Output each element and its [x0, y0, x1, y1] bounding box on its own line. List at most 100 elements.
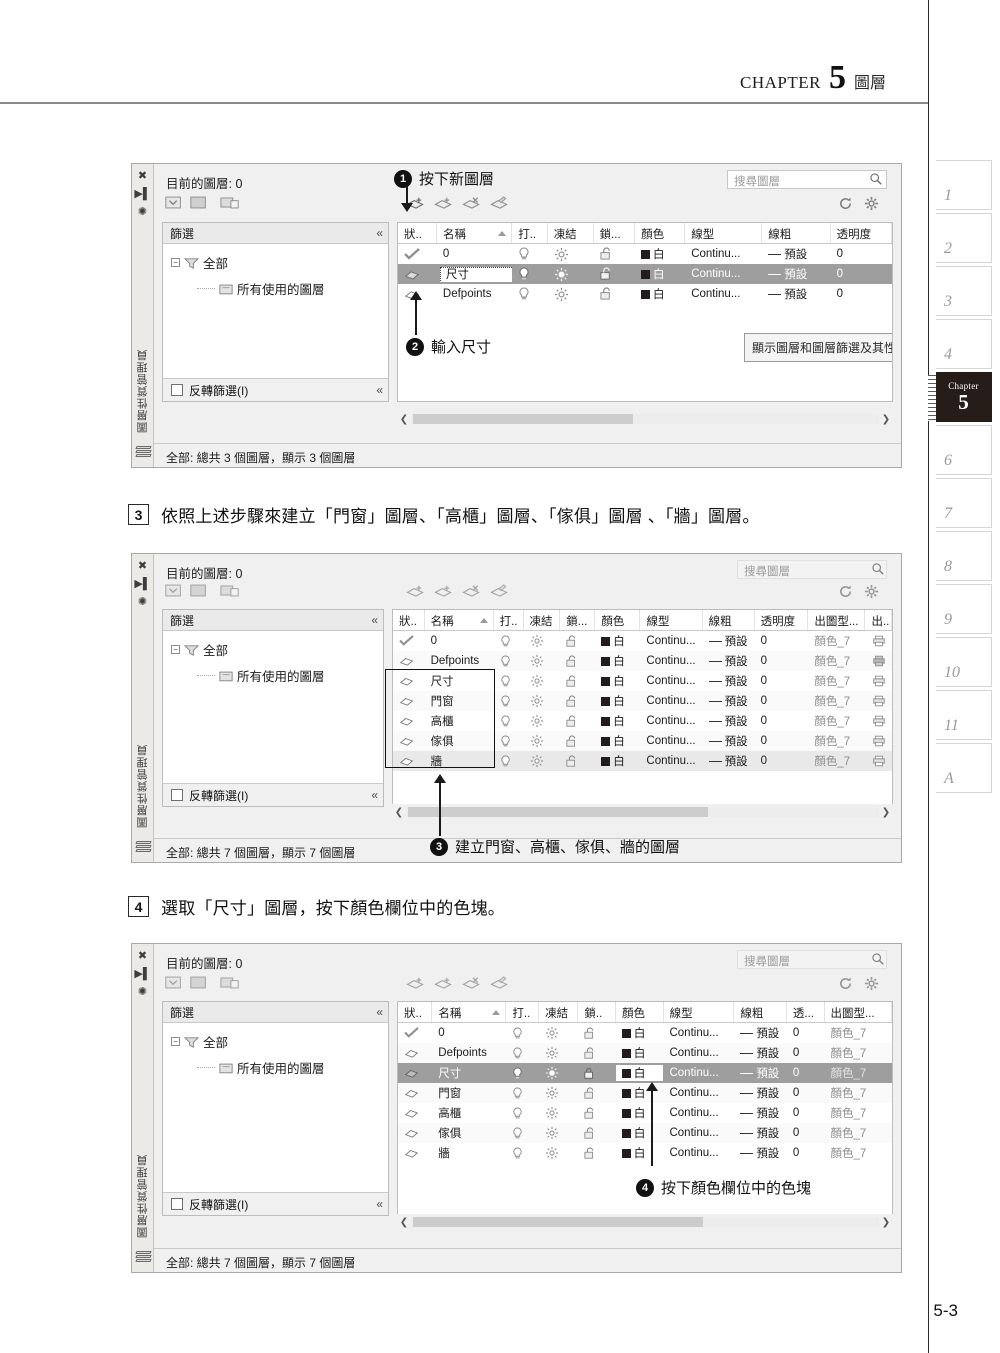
row-lineweight-cell[interactable]: 預設: [703, 753, 755, 769]
row-linetype[interactable]: Continu...: [685, 248, 762, 260]
col-name[interactable]: 名稱: [425, 610, 494, 630]
col-color[interactable]: 顏色: [595, 610, 641, 630]
col-linetype[interactable]: 線型: [640, 610, 703, 630]
col-status[interactable]: 狀..: [393, 610, 425, 630]
row-linetype[interactable]: Continu...: [640, 635, 702, 647]
row-color-cell[interactable]: 白: [595, 633, 640, 649]
row-lock-cell[interactable]: [594, 267, 636, 281]
col-lineweight[interactable]: 線粗: [734, 1002, 787, 1022]
color-swatch[interactable]: [641, 289, 651, 299]
sun-icon[interactable]: [545, 1026, 559, 1040]
row-freeze-cell[interactable]: [524, 754, 561, 768]
scroll-right-arrow-icon[interactable]: ❯: [879, 414, 893, 425]
row-lock-cell[interactable]: [560, 754, 595, 768]
row-transparency[interactable]: 0: [755, 655, 809, 667]
row-name[interactable]: 0: [437, 248, 512, 260]
search-icon[interactable]: [869, 172, 883, 186]
scrollbar-thumb-2[interactable]: [408, 807, 708, 817]
tree-item-all-used-2[interactable]: 所有使用的圖層: [171, 666, 383, 685]
row-name[interactable]: 高櫃: [432, 1105, 506, 1121]
sun-icon[interactable]: [530, 654, 544, 668]
row-on-cell[interactable]: [512, 287, 547, 301]
lightbulb-icon[interactable]: [518, 287, 530, 301]
color-swatch[interactable]: [601, 656, 611, 666]
row-transparency[interactable]: 0: [755, 715, 809, 727]
sidetab-a[interactable]: A: [936, 743, 992, 793]
row-plotstyle[interactable]: 顏色_7: [808, 653, 865, 669]
row-lineweight-cell[interactable]: 預設: [703, 713, 755, 729]
row-freeze-cell[interactable]: [539, 1046, 578, 1060]
row-on-cell[interactable]: [494, 735, 524, 748]
row-freeze-cell[interactable]: [524, 714, 561, 728]
col-on[interactable]: 打..: [512, 223, 548, 243]
lightbulb-icon[interactable]: [512, 1027, 523, 1040]
collapse-chevron-icon[interactable]: «: [376, 383, 383, 397]
col-linetype[interactable]: 線型: [664, 1002, 735, 1022]
row-plotstyle[interactable]: 顏色_7: [808, 693, 865, 709]
row-linetype[interactable]: Continu...: [640, 735, 702, 747]
col-transparency[interactable]: 透明度: [755, 610, 809, 630]
new-layer-vp-frozen-icon[interactable]: [432, 194, 456, 211]
set-current-layer-icon[interactable]: [488, 582, 512, 599]
row-on-cell[interactable]: [494, 715, 524, 728]
row-freeze-cell[interactable]: [539, 1066, 578, 1080]
row-name[interactable]: 0: [425, 635, 494, 647]
row-name[interactable]: Defpoints: [437, 288, 512, 300]
printer-icon[interactable]: [872, 715, 886, 727]
col-linetype[interactable]: 線型: [685, 223, 763, 243]
sun-icon[interactable]: [530, 694, 544, 708]
color-swatch[interactable]: [621, 1108, 631, 1118]
col-color[interactable]: 顏色: [635, 223, 686, 243]
unlock-icon[interactable]: [599, 247, 613, 261]
row-on-cell[interactable]: [494, 695, 524, 708]
table-row[interactable]: Defpoints 白 Continu... 預設 0 顏色_7: [393, 651, 892, 671]
lightbulb-icon[interactable]: [518, 247, 530, 261]
unlock-icon[interactable]: [566, 714, 578, 728]
unlock-icon[interactable]: [584, 1086, 596, 1100]
table-row[interactable]: Defpoints 白 Continu... 預設 0 顏色_7: [398, 1043, 892, 1063]
color-swatch[interactable]: [601, 696, 611, 706]
sun-icon[interactable]: [545, 1086, 559, 1100]
row-linetype[interactable]: Continu...: [640, 695, 702, 707]
printer-icon[interactable]: [872, 695, 886, 707]
row-color-cell[interactable]: 白: [635, 246, 685, 262]
horizontal-scrollbar-2[interactable]: ❮ ❯: [392, 804, 893, 820]
unlock-icon[interactable]: [599, 267, 613, 281]
col-on[interactable]: 打..: [494, 610, 524, 630]
row-freeze-cell[interactable]: [524, 694, 561, 708]
row-transparency[interactable]: 0: [787, 1147, 825, 1159]
row-transparency[interactable]: 0: [831, 288, 892, 300]
collapse-filter-chevron-icon[interactable]: «: [371, 613, 378, 627]
row-name-edit-cell[interactable]: 尺寸: [437, 266, 513, 282]
sidetab-7[interactable]: 7: [936, 478, 992, 528]
col-transparency[interactable]: 透...: [787, 1002, 825, 1022]
row-freeze-cell[interactable]: [524, 654, 561, 668]
col-transparency[interactable]: 透明度: [831, 223, 892, 243]
table-row-selected[interactable]: 尺寸 白 Continu... 預設 0 顏色_7: [398, 1063, 892, 1083]
row-lineweight-cell[interactable]: 預設: [703, 733, 755, 749]
row-on-cell[interactable]: [506, 1087, 539, 1100]
row-plotstyle[interactable]: 顏色_7: [824, 1025, 892, 1041]
col-plotstyle[interactable]: 出圖型...: [808, 610, 866, 630]
row-freeze-cell[interactable]: [539, 1026, 578, 1040]
lightbulb-icon[interactable]: [512, 1107, 523, 1120]
sidetab-11[interactable]: 11: [936, 690, 992, 740]
row-transparency[interactable]: 0: [787, 1107, 825, 1119]
row-lineweight-cell[interactable]: 預設: [734, 1085, 787, 1101]
refresh-icon[interactable]: [838, 584, 853, 599]
row-transparency[interactable]: 0: [755, 635, 809, 647]
row-lineweight-cell[interactable]: 預設: [734, 1065, 787, 1081]
sun-icon[interactable]: [554, 247, 569, 262]
unlock-icon[interactable]: [599, 287, 613, 301]
refresh-icon[interactable]: [838, 196, 853, 211]
row-freeze-cell[interactable]: [548, 267, 594, 282]
col-lock[interactable]: 鎖..: [578, 1002, 617, 1022]
row-linetype[interactable]: Continu...: [663, 1047, 734, 1059]
close-icon[interactable]: ✖: [138, 951, 147, 962]
row-transparency[interactable]: 0: [787, 1087, 825, 1099]
row-lock-cell[interactable]: [578, 1026, 616, 1040]
row-plotstyle[interactable]: 顏色_7: [824, 1105, 892, 1121]
row-lock-cell[interactable]: [578, 1067, 616, 1080]
scroll-right-arrow-icon[interactable]: ❯: [879, 807, 893, 818]
row-lineweight-cell[interactable]: 預設: [762, 286, 830, 302]
